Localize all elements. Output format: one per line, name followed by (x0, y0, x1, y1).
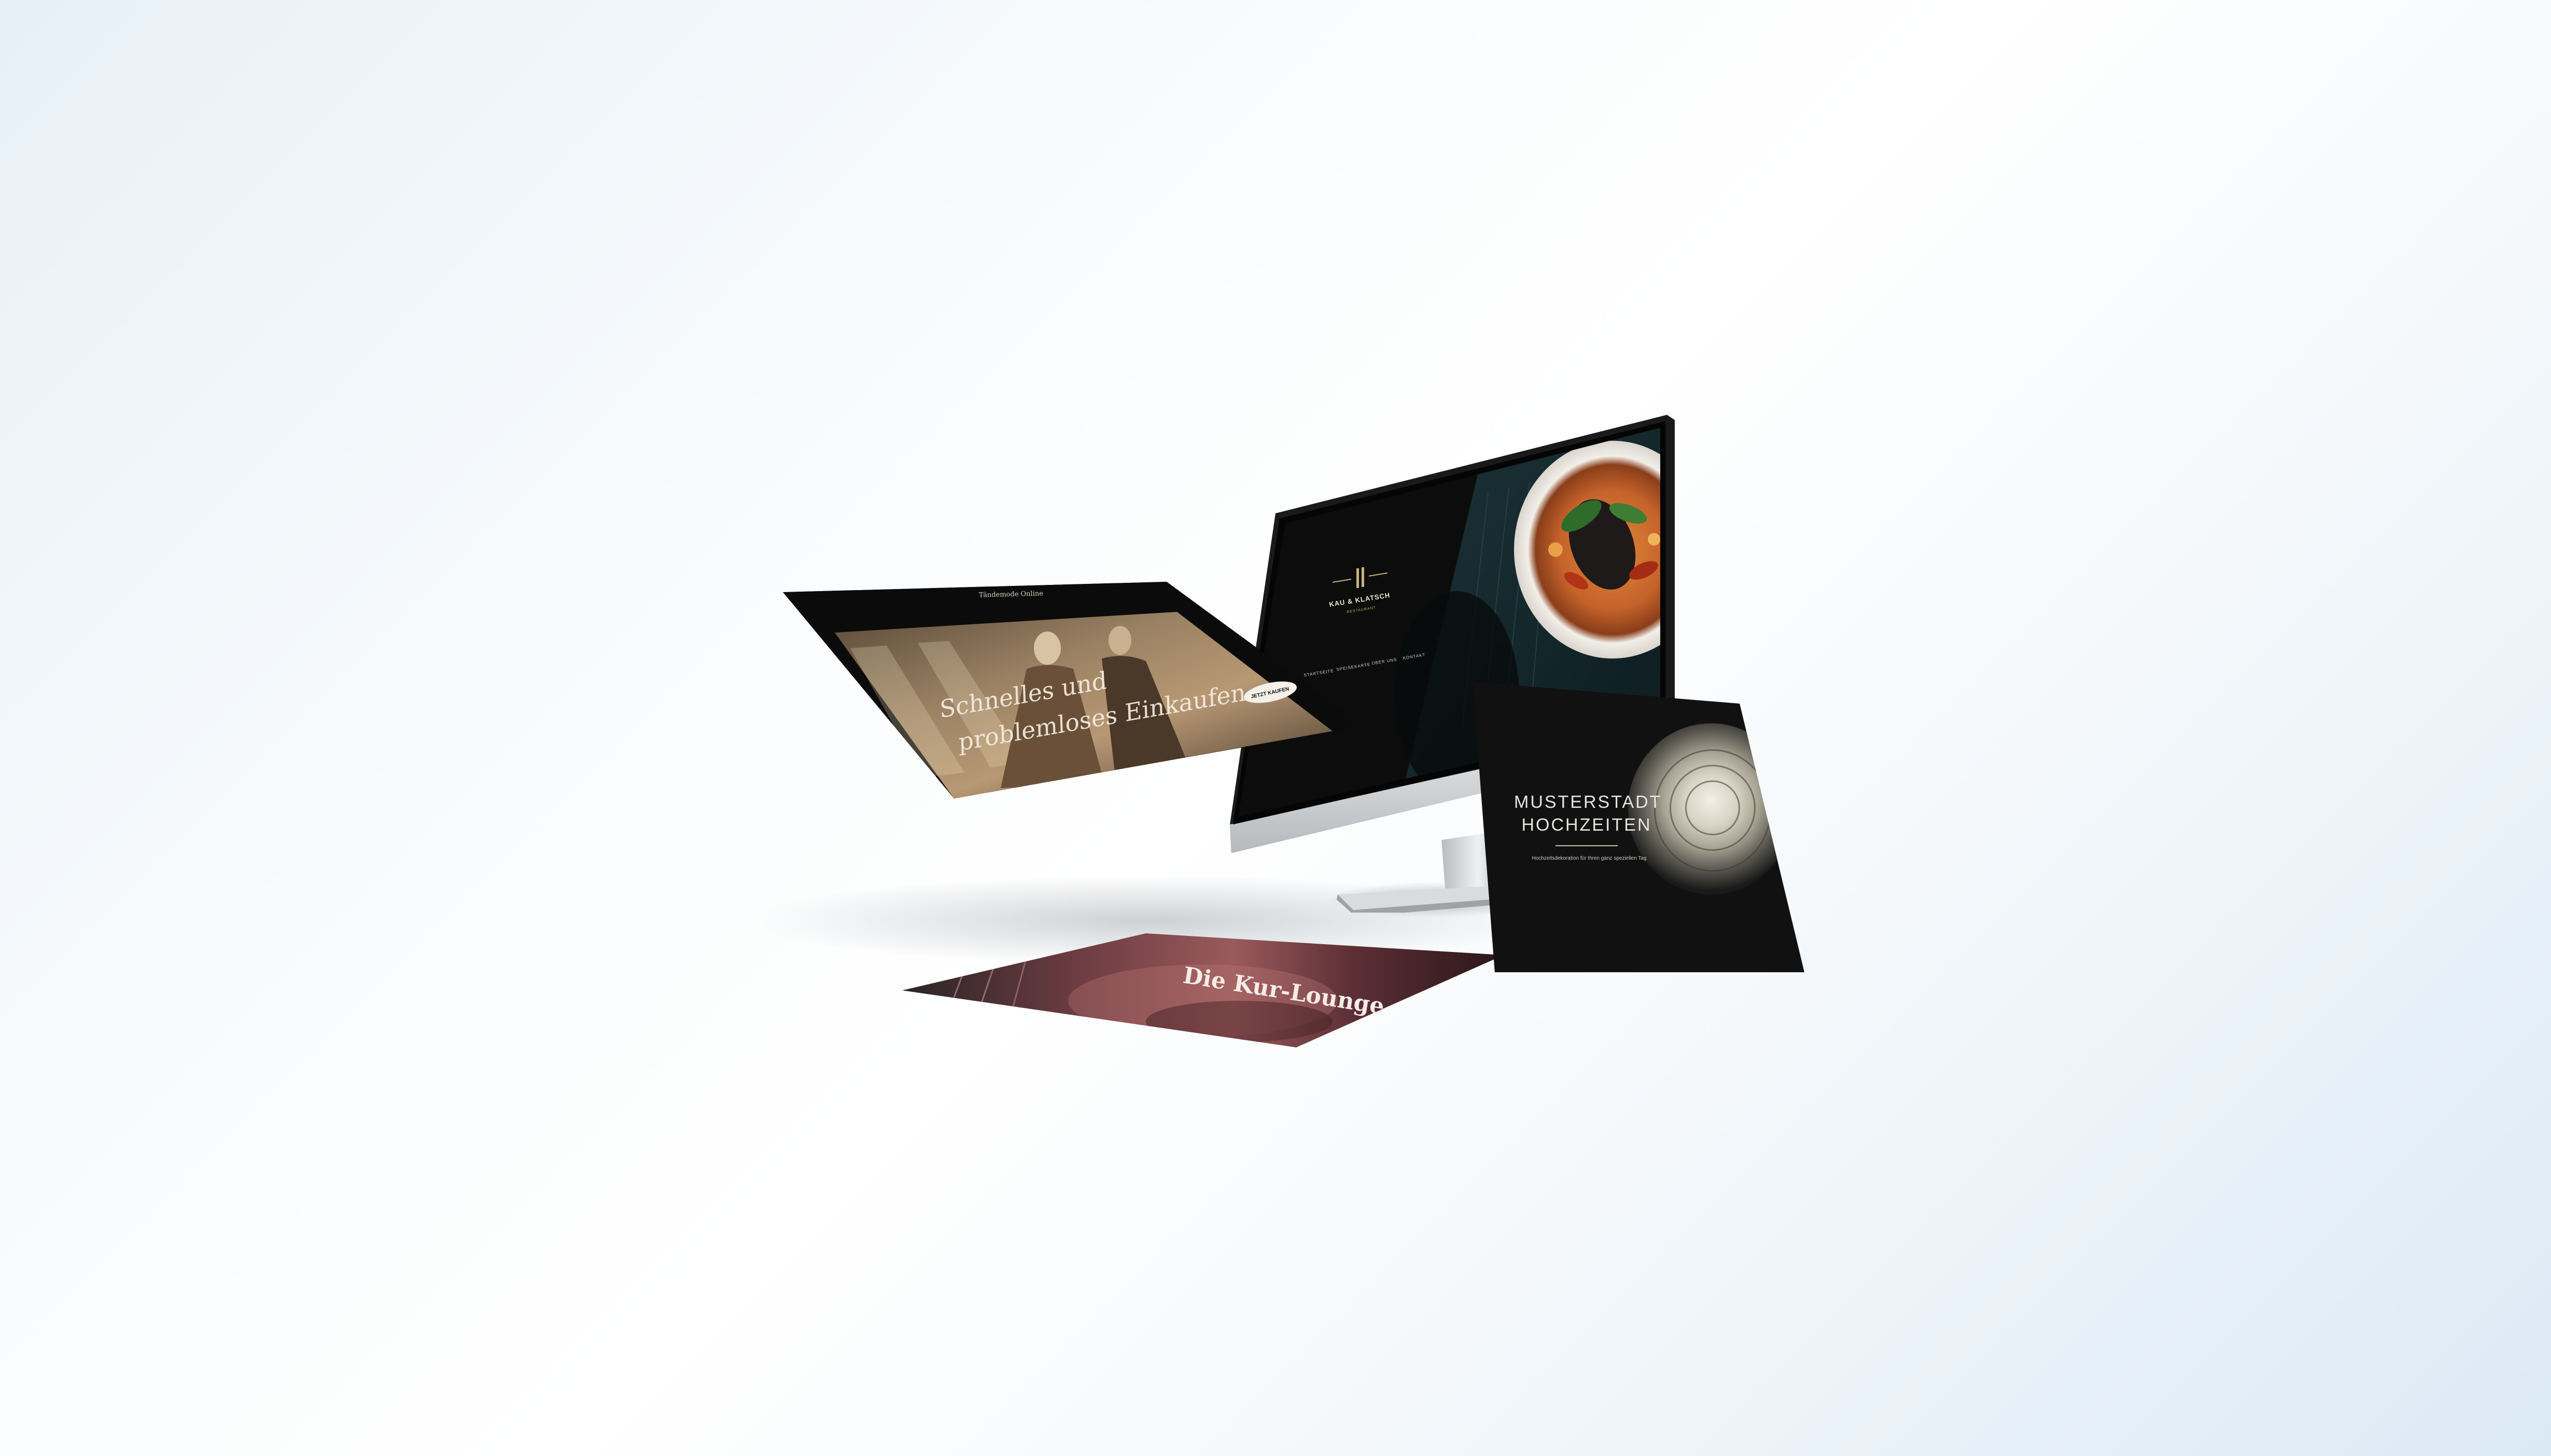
wedding-divider (1555, 845, 1618, 846)
lounge-site-card[interactable]: Die Kur-Lounge (902, 933, 1504, 1053)
wedding-site-card[interactable]: MUSTERSTADT HOCHZEITEN Hochzeitsdekorati… (1473, 682, 1804, 972)
wedding-title: MUSTERSTADT HOCHZEITEN (1514, 792, 1662, 835)
model-head-left (1034, 632, 1061, 665)
wedding-subtitle: Hochzeitsdekoration für Ihren ganz spezi… (1532, 856, 1647, 861)
fashion-site-card[interactable]: Tändemode Online Schnelles und problemlo… (783, 576, 1369, 809)
model-head-right (1109, 626, 1131, 655)
